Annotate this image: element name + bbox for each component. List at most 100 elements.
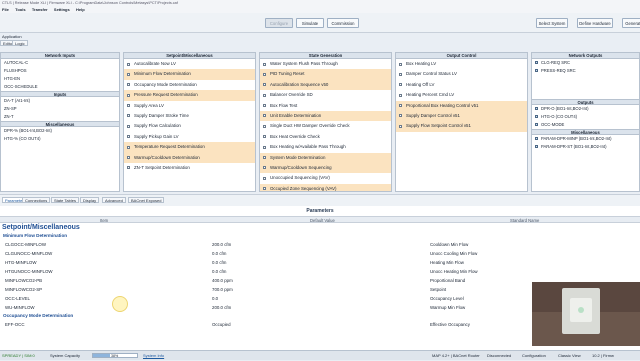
output-item[interactable]: HTG-O (CO OUT4)	[532, 113, 639, 121]
lower-tabs: Parameters Connections State Tables Disp…	[0, 194, 640, 206]
state-block-label: Warmup/Cooldown Sequencing	[270, 164, 332, 170]
state-block[interactable]: Warmup/Cooldown Sequencing	[260, 162, 391, 174]
system-info-link[interactable]: System Info	[143, 351, 164, 360]
misc-input-item[interactable]: DPR-% (BO1-Int,BO2-Int)	[1, 127, 119, 135]
output-block[interactable]: Heating Off LV	[396, 80, 527, 90]
output-block[interactable]: Supply Damper Control v51	[396, 110, 527, 122]
webcam-overlay	[532, 282, 640, 346]
network-output-item[interactable]: CLG-REQ SRC	[532, 59, 639, 67]
mode-label: Configuration	[522, 353, 546, 358]
state-block[interactable]: Occupied Zone Sequencing (VAV)	[260, 183, 391, 191]
output-block-label: Supply Damper Control v51	[406, 112, 460, 118]
input-item[interactable]: ZN-T	[1, 113, 119, 121]
menu-settings[interactable]: Settings	[54, 7, 70, 12]
setpoint-block[interactable]: Minimum Flow Determination	[124, 69, 255, 80]
commission-button[interactable]: Commission	[327, 18, 359, 28]
setpoint-block[interactable]: Supply Damper Stroke Time	[124, 111, 255, 121]
tab-logic[interactable]: Logic	[12, 40, 28, 46]
block-icon	[263, 176, 266, 180]
setpoint-block[interactable]: Supply Pickup Gain LV	[124, 132, 255, 142]
parameter-row[interactable]: HTGUNOCC-MINFLOW 0.0 cfm Unocc Heating Min…	[0, 267, 640, 276]
menu-file[interactable]: File	[2, 7, 9, 12]
define-hardware-button[interactable]: Define Hardware	[577, 18, 613, 28]
parameter-standard-name: Effective Occupancy	[430, 322, 470, 327]
capacity-bar: 38%	[92, 353, 138, 358]
simulate-button[interactable]: Simulate	[296, 18, 324, 28]
misc-output-item[interactable]: PARAM-DPR-MINP (BO1-Int,BO2-Int)	[532, 135, 639, 143]
setpoint-block[interactable]: Supply Area LV	[124, 101, 255, 111]
parameter-standard-name: Setpoint	[430, 287, 447, 292]
tab-connections[interactable]: Connections	[22, 197, 51, 203]
misc-input-item[interactable]: HTG-% (CO OUT4)	[1, 135, 119, 143]
misc-output-item[interactable]: PARAM-DPR-ST (BO1-Int,BO2-Int)	[532, 143, 639, 151]
app-tabs: Application Editor Logic	[0, 34, 640, 46]
output-block[interactable]: Box Heating LV	[396, 59, 527, 69]
parameter-item: EFF-OCC	[5, 322, 25, 327]
input-item[interactable]: ZN-SP	[1, 105, 119, 113]
parameter-standard-name: Heating Min Flow	[430, 260, 464, 265]
network-output-item[interactable]: PRESS-REQ SRC	[532, 67, 639, 75]
state-block[interactable]: Box Heat Override Check	[260, 132, 391, 142]
output-block[interactable]: Supply Flow Setpoint Control v51	[396, 121, 527, 132]
state-block[interactable]: Water System Flush Pass Through	[260, 59, 391, 69]
state-block[interactable]: System Mode Determination	[260, 152, 391, 163]
block-icon	[127, 72, 130, 76]
state-block[interactable]: Box Heating w/Available Pass Through	[260, 142, 391, 152]
parameter-value: 0.0 cfm	[212, 269, 227, 274]
status-bar: SPREADY | SIM:0 System Capacity 38% Syst…	[0, 350, 640, 360]
col-default-value[interactable]: Default Value	[310, 217, 335, 224]
block-icon	[263, 187, 266, 191]
output-block-label: Supply Flow Setpoint Control v51	[406, 123, 471, 129]
state-block[interactable]: Unoccupied Sequencing (VAV)	[260, 173, 391, 183]
state-block[interactable]: Autocalibration Sequence v50	[260, 79, 391, 91]
parameters-column-headers: Item Default Value Standard Name	[0, 216, 640, 223]
setpoint-block[interactable]: ZN-T Setpoint Determination	[124, 163, 255, 173]
output-block-label: Proportional Box Heating Control v51	[406, 102, 479, 108]
tab-display[interactable]: Display	[80, 197, 100, 203]
parameter-row[interactable]: CLGUNOCC-MINFLOW 0.0 cfm Unocc Cooling Min…	[0, 249, 640, 258]
block-icon	[127, 135, 130, 139]
block-icon	[399, 93, 402, 97]
configure-button[interactable]: Configure	[265, 18, 293, 28]
connection-status: Disconnected	[487, 353, 512, 358]
network-input-item[interactable]: AUTOCAL-C	[1, 59, 119, 67]
output-block[interactable]: Proportional Box Heating Control v51	[396, 100, 527, 111]
parameter-row[interactable]: HTG-MINFLOW 0.0 cfm Heating Min Flow	[0, 258, 640, 267]
output-block[interactable]: Heating Percent Cmd LV	[396, 90, 527, 100]
network-input-item[interactable]: FLUSHPOS	[1, 67, 119, 75]
menu-help[interactable]: Help	[76, 7, 85, 12]
view-label[interactable]: Classic View	[558, 351, 581, 360]
state-block-label: Autocalibration Sequence v50	[270, 81, 329, 87]
output-block[interactable]: Damper Control Status LV	[396, 69, 527, 79]
network-input-item[interactable]: OCC-SCHEDULE	[1, 83, 119, 91]
input-item[interactable]: DA-T (AI1-Int)	[1, 97, 119, 105]
output-icon	[535, 137, 538, 141]
output-item[interactable]: OCC-MODE	[532, 121, 639, 129]
state-block[interactable]: PID Tuning Reset	[260, 69, 391, 80]
menu-transfer[interactable]: Transfer	[32, 7, 48, 12]
col-standard-name[interactable]: Standard Name	[510, 217, 539, 224]
parameter-row[interactable]: CLGOCC-MINFLOW 200.0 cfm Cooldown Min Flow	[0, 240, 640, 249]
setpoint-block[interactable]: Warmup/Cooldown Determination	[124, 152, 255, 163]
menu-tools[interactable]: Tools	[15, 7, 25, 12]
tab-state-tables[interactable]: State Tables	[51, 197, 79, 203]
tab-advanced[interactable]: Advanced	[102, 197, 126, 203]
setpoint-block-label: ZN-T Setpoint Determination	[134, 164, 190, 170]
parameter-item: CLGUNOCC-MINFLOW	[5, 251, 53, 256]
setpoint-block[interactable]: Occupancy Mode Determination	[124, 80, 255, 90]
state-block[interactable]: Single Duct HW Damper Override Check	[260, 121, 391, 131]
col-item[interactable]: Item	[100, 217, 108, 224]
setpoint-block[interactable]: Autocalibrate Now LV	[124, 59, 255, 69]
setpoint-block[interactable]: Temperature Request Determination	[124, 142, 255, 153]
generate-button[interactable]: Generate	[622, 18, 640, 28]
network-input-item[interactable]: HTG-EN	[1, 75, 119, 83]
state-block[interactable]: Balancer Override SD	[260, 90, 391, 100]
state-block[interactable]: Unit Enable Determination	[260, 110, 391, 122]
setpoint-block[interactable]: Pressure Request Determination	[124, 90, 255, 101]
state-block[interactable]: Box Flow Test	[260, 101, 391, 111]
select-system-button[interactable]: Select System	[536, 18, 568, 28]
setpoint-block[interactable]: Supply Flow Calculation	[124, 121, 255, 131]
toolbar: Configure Simulate Commission Select Sys…	[0, 13, 640, 33]
tab-bacnet-exposed[interactable]: BACnet Exposed	[128, 197, 165, 203]
output-item[interactable]: DPR-O (BO1-Int,BO2-Int)	[532, 105, 639, 113]
